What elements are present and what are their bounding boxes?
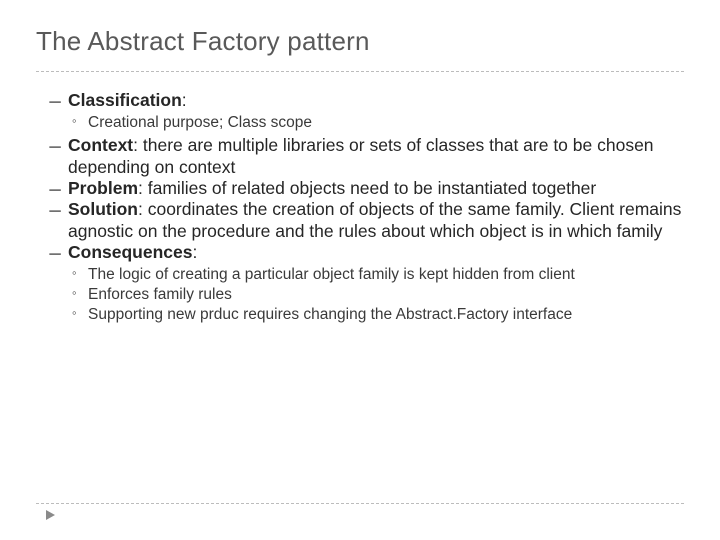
consequences-sub-0-text: The logic of creating a particular objec… — [88, 266, 575, 283]
bullet-context: ─ Context: there are multiple libraries … — [48, 135, 684, 178]
consequences-sub-2: ◦ Supporting new prduc requires changing… — [72, 305, 684, 325]
context-label: Context — [68, 135, 133, 155]
consequences-sub-1: ◦ Enforces family rules — [72, 285, 684, 305]
bullet-icon: ─ — [44, 202, 66, 222]
sub-bullet-icon: ◦ — [72, 265, 77, 282]
problem-body: : families of related objects need to be… — [138, 178, 596, 198]
classification-sub-0: ◦ Creational purpose; Class scope — [72, 113, 684, 133]
play-marker-icon — [46, 510, 55, 520]
solution-label: Solution — [68, 199, 138, 219]
consequences-sub-1-text: Enforces family rules — [88, 286, 232, 303]
bullet-solution: ─ Solution: coordinates the creation of … — [48, 199, 684, 242]
consequences-sub-0: ◦ The logic of creating a particular obj… — [72, 265, 684, 285]
bullet-classification: ─ Classification: — [48, 90, 684, 111]
classification-colon: : — [182, 90, 187, 110]
bullet-icon: ─ — [44, 181, 66, 201]
slide: The Abstract Factory pattern ─ Classific… — [0, 0, 720, 347]
context-body: : there are multiple libraries or sets o… — [68, 135, 654, 176]
classification-sublist: ◦ Creational purpose; Class scope — [48, 113, 684, 133]
sub-bullet-icon: ◦ — [72, 305, 77, 322]
divider-top — [36, 71, 684, 72]
problem-label: Problem — [68, 178, 138, 198]
sub-bullet-icon: ◦ — [72, 113, 77, 130]
solution-body: : coordinates the creation of objects of… — [68, 199, 681, 240]
bullet-icon: ─ — [44, 245, 66, 265]
bullet-icon: ─ — [44, 138, 66, 158]
bullet-icon: ─ — [44, 93, 66, 113]
consequences-sub-2-text: Supporting new prduc requires changing t… — [88, 306, 572, 323]
classification-sub-0-text: Creational purpose; Class scope — [88, 114, 312, 131]
bullet-problem: ─ Problem: families of related objects n… — [48, 178, 684, 199]
divider-bottom — [36, 503, 684, 504]
classification-label: Classification — [68, 90, 182, 110]
consequences-sublist: ◦ The logic of creating a particular obj… — [48, 265, 684, 324]
bullet-consequences: ─ Consequences: — [48, 242, 684, 263]
consequences-label: Consequences — [68, 242, 192, 262]
slide-content: ─ Classification: ◦ Creational purpose; … — [36, 90, 684, 325]
slide-title: The Abstract Factory pattern — [36, 26, 684, 57]
consequences-colon: : — [192, 242, 197, 262]
sub-bullet-icon: ◦ — [72, 285, 77, 302]
